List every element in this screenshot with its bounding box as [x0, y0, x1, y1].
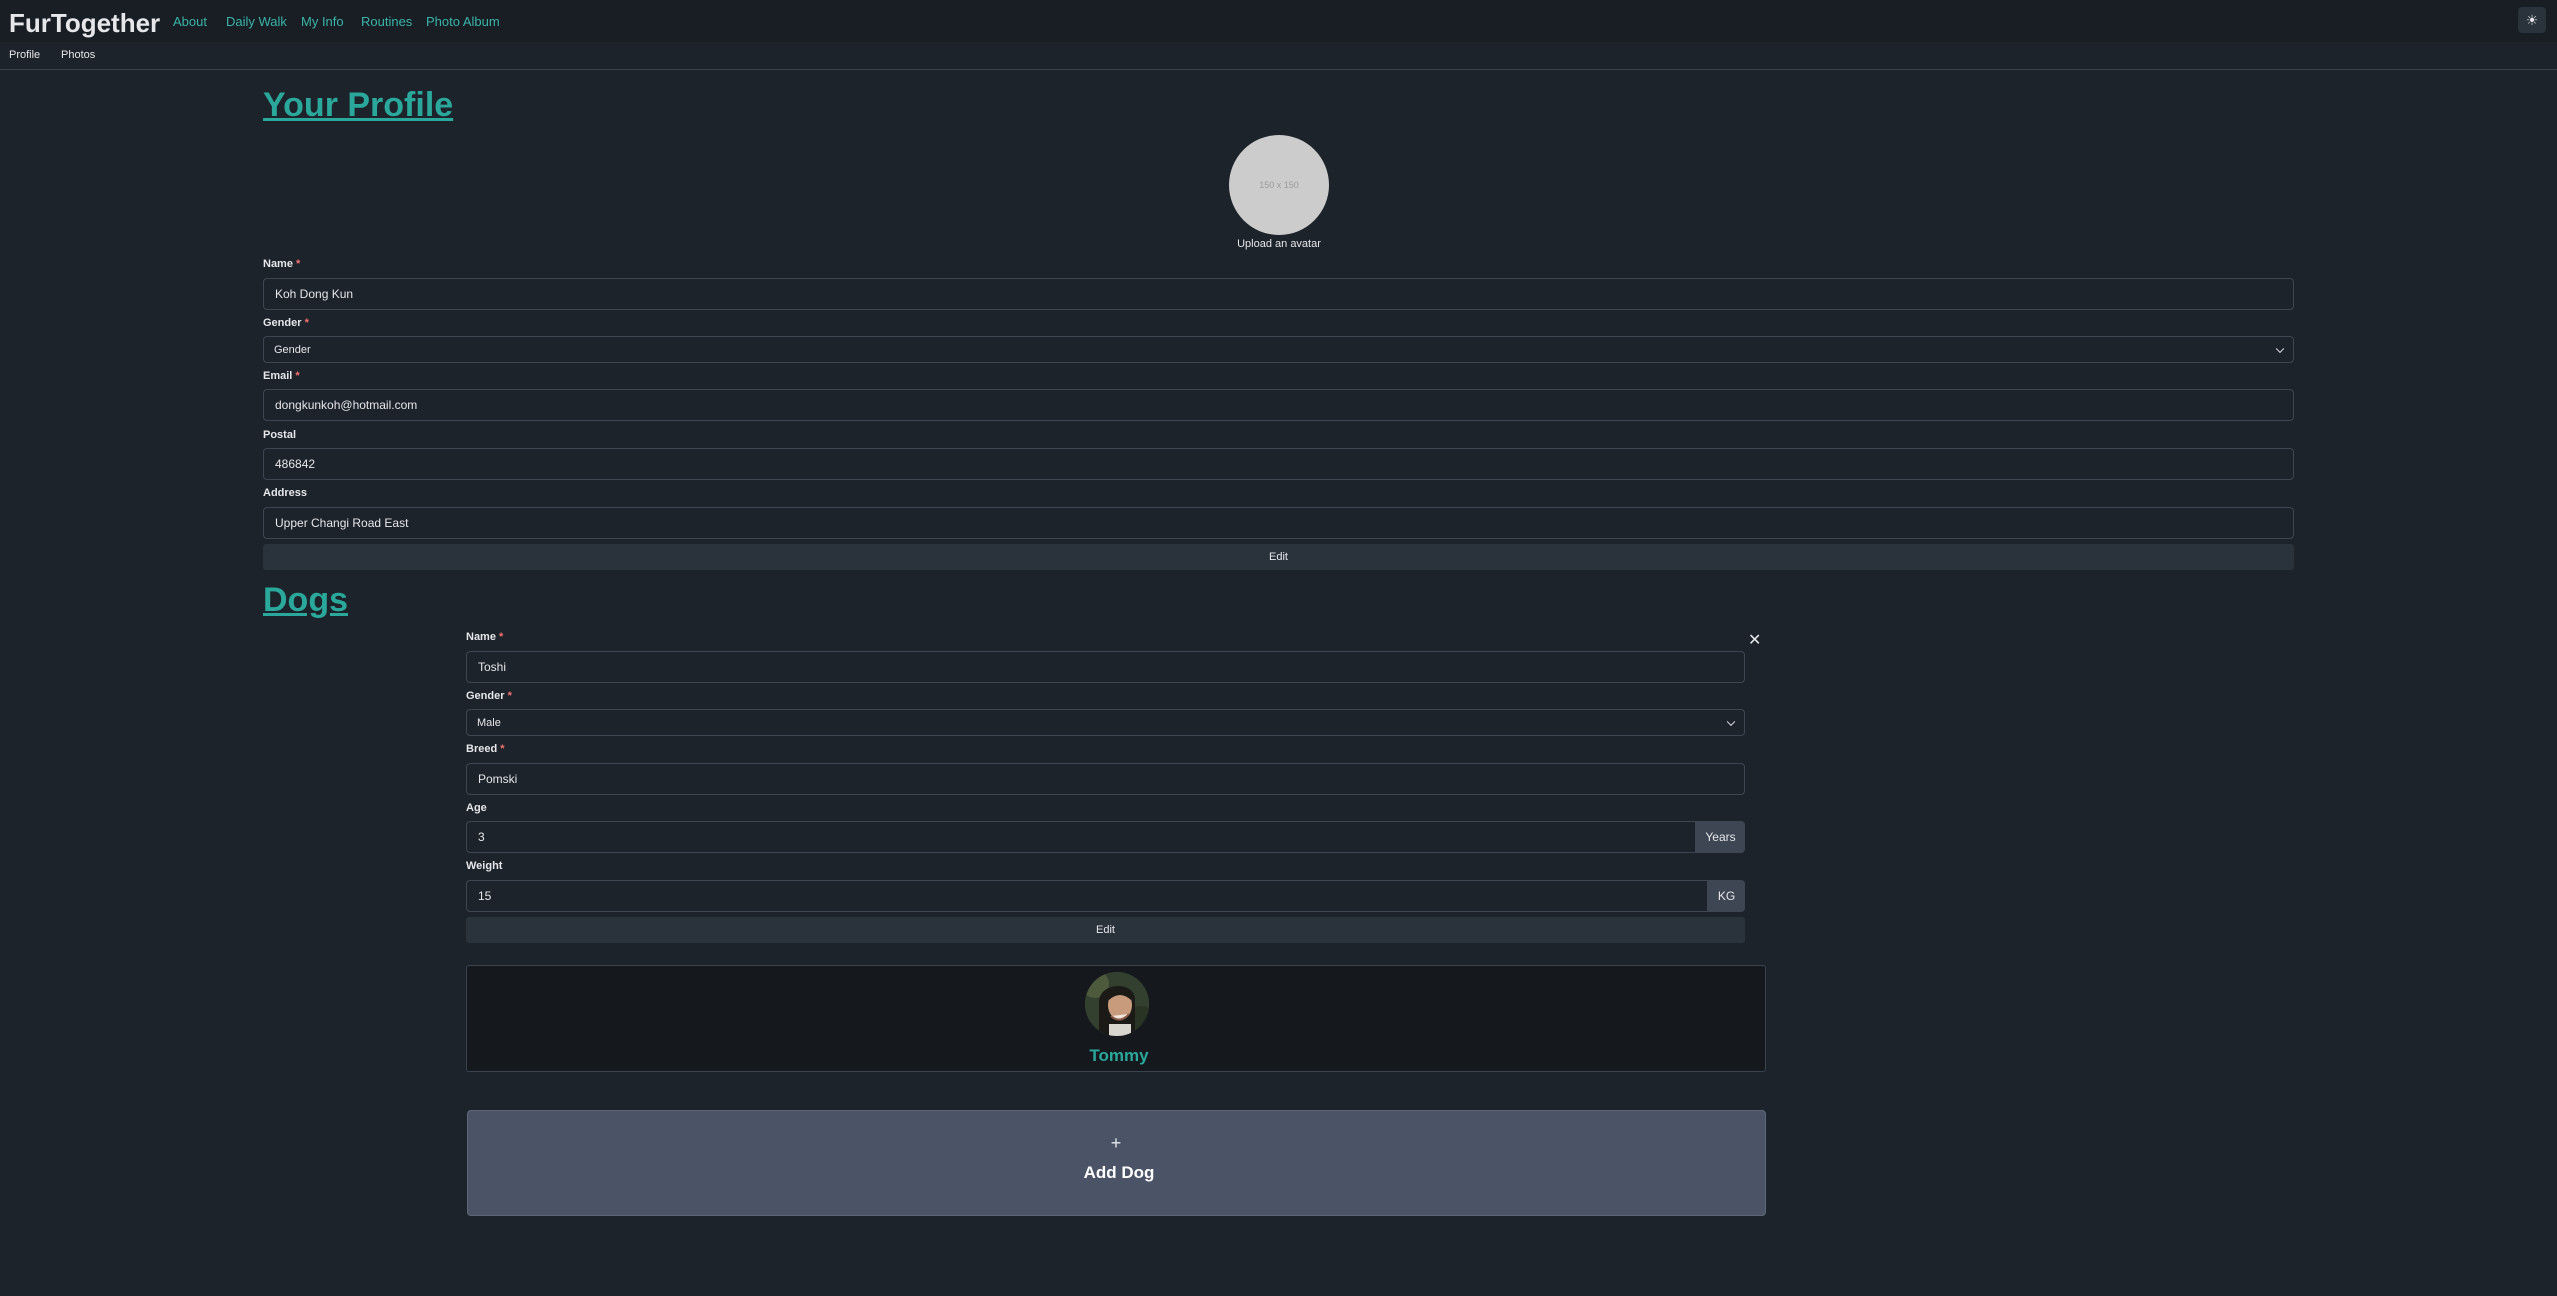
age-unit-addon: Years	[1696, 821, 1745, 853]
top-navbar: FurTogether About Daily Walk My Info Rou…	[0, 0, 2557, 42]
brand-logo[interactable]: FurTogether	[9, 8, 160, 39]
profile-title: Your Profile	[263, 86, 454, 124]
dog-card-name[interactable]: Tommy	[1050, 1046, 1188, 1066]
postal-label: Postal	[263, 429, 297, 441]
dog-avatar[interactable]	[1085, 972, 1149, 1036]
add-dog-label: Add Dog	[1083, 1163, 1155, 1182]
nav-my-info[interactable]: My Info	[301, 14, 344, 29]
name-label: Name *	[263, 258, 301, 270]
dog-weight-field[interactable]: 15	[466, 880, 1708, 912]
address-field[interactable]: Upper Changi Road East	[263, 507, 2294, 539]
dog-age-field[interactable]: 3	[466, 821, 1696, 853]
avatar-placeholder: 150 x 150	[1259, 180, 1299, 190]
nav-photo-album[interactable]: Photo Album	[426, 14, 500, 29]
dog-weight-value: 15	[478, 889, 492, 903]
avatar-upload[interactable]: 150 x 150	[1229, 135, 1329, 235]
dog-name-value: Toshi	[478, 660, 507, 674]
subnav-profile[interactable]: Profile	[9, 49, 40, 61]
dog-gender-select[interactable]: Male	[466, 709, 1745, 736]
gender-select[interactable]: Gender	[263, 336, 2294, 363]
postal-value: 486842	[275, 457, 316, 471]
dog-weight-label: Weight	[466, 860, 503, 872]
dog-gender-value: Male	[477, 716, 501, 729]
dog-breed-value: Pomski	[478, 772, 518, 786]
upload-avatar-label[interactable]: Upload an avatar	[1160, 238, 1398, 250]
dog-gender-label: Gender *	[466, 690, 512, 702]
dogs-title: Dogs	[263, 581, 348, 619]
dog-edit-button[interactable]: Edit	[466, 917, 1745, 943]
gender-label: Gender *	[263, 317, 309, 329]
sub-navbar: Profile Photos	[0, 42, 2557, 70]
chevron-down-icon	[2275, 344, 2285, 353]
dog-breed-field[interactable]: Pomski	[466, 763, 1745, 795]
nav-daily-walk[interactable]: Daily Walk	[226, 14, 287, 29]
name-field[interactable]: Koh Dong Kun	[263, 278, 2294, 310]
address-label: Address	[263, 487, 308, 499]
theme-toggle-button[interactable]: ☀	[2518, 7, 2546, 33]
dog-breed-label: Breed *	[466, 743, 505, 755]
name-value: Koh Dong Kun	[275, 287, 354, 301]
dog-age-label: Age	[466, 802, 487, 814]
address-value: Upper Changi Road East	[275, 516, 409, 530]
subnav-photos[interactable]: Photos	[61, 49, 95, 61]
nav-about[interactable]: About	[173, 14, 207, 29]
chevron-down-icon	[1726, 717, 1736, 726]
weight-unit-addon: KG	[1708, 880, 1745, 912]
plus-icon: +	[1110, 1133, 1122, 1153]
close-icon[interactable]: ✕	[1748, 630, 1761, 650]
nav-routines[interactable]: Routines	[361, 14, 412, 29]
gender-value: Gender	[274, 343, 311, 356]
email-field[interactable]: dongkunkoh@hotmail.com	[263, 389, 2294, 421]
dog-name-label: Name *	[466, 631, 504, 643]
dog-name-field[interactable]: Toshi	[466, 651, 1745, 683]
dog-age-value: 3	[478, 830, 485, 844]
sun-icon: ☀	[2525, 11, 2539, 28]
email-value: dongkunkoh@hotmail.com	[275, 398, 418, 412]
postal-field[interactable]: 486842	[263, 448, 2294, 480]
profile-edit-button[interactable]: Edit	[263, 544, 2294, 570]
email-label: Email *	[263, 370, 300, 382]
